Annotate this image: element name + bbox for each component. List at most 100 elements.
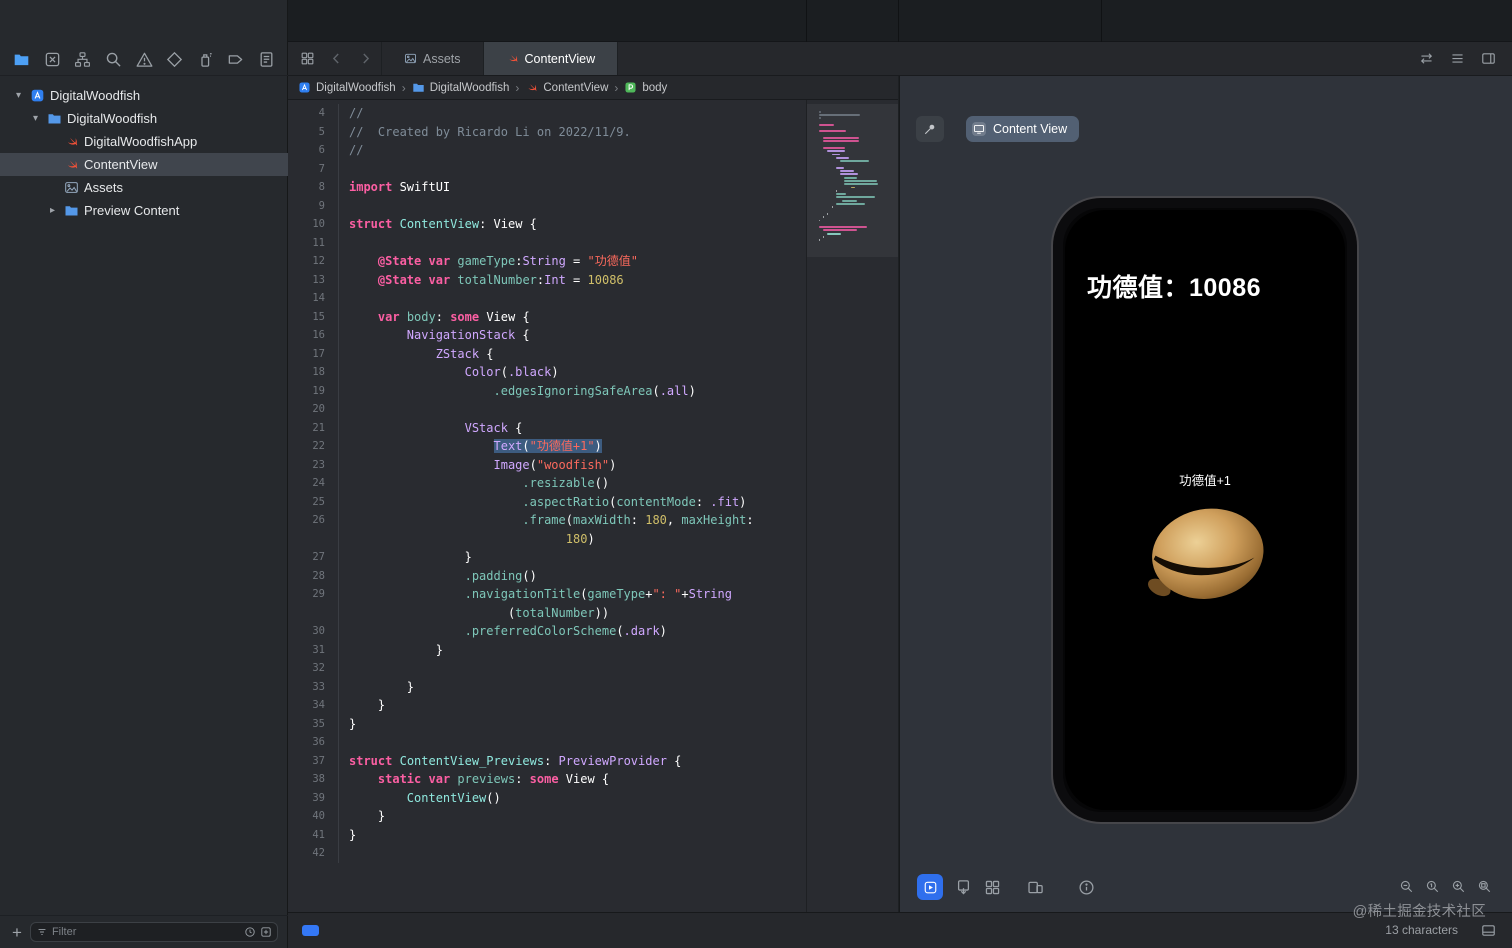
code-token: var — [428, 254, 451, 268]
project-navigator-icon — [13, 51, 30, 68]
tree-item-preview-content[interactable]: ▸ Preview Content — [0, 199, 288, 222]
preview-screen: 功德值：10086 功德值+1 — [1065, 210, 1345, 810]
navigation-title: 功德值：10086 — [1087, 274, 1262, 302]
code-token: // — [349, 106, 364, 120]
code-text: ContentView() — [338, 788, 806, 807]
code-token: ( — [565, 513, 573, 527]
code-text: // Created by Ricardo Li on 2022/11/9. — [338, 122, 806, 141]
line-number: 40 — [312, 810, 325, 822]
tree-item-digitalwoodfishapp[interactable]: DigitalWoodfishApp — [0, 130, 288, 153]
device-settings-button[interactable] — [1027, 879, 1044, 896]
debug-navigator-button[interactable] — [197, 51, 214, 68]
test-navigator-button[interactable] — [166, 51, 183, 68]
filter-field[interactable] — [29, 922, 278, 942]
tree-item-digitalwoodfish[interactable]: ▾ DigitalWoodfish — [0, 107, 288, 130]
pin-icon — [923, 122, 937, 136]
zoom-fit-button[interactable] — [1477, 878, 1492, 896]
code-token: ) — [688, 383, 696, 398]
bottom-panel-button[interactable] — [1481, 922, 1496, 940]
accessibility-button[interactable] — [1078, 879, 1095, 896]
add-editor-icon[interactable] — [1481, 51, 1496, 66]
code-token: totalNumber — [515, 605, 595, 620]
code-token: .fit — [710, 494, 740, 509]
code-token: Int — [544, 272, 566, 287]
line-number: 37 — [312, 754, 325, 767]
adjust-editor-icon[interactable] — [1450, 51, 1465, 66]
breadcrumb-item-digitalwoodfish[interactable]: DigitalWoodfish — [412, 81, 509, 94]
code-line: 4 // — [288, 104, 806, 123]
source-control-button[interactable] — [44, 51, 61, 68]
code-token: , — [666, 513, 682, 527]
minimap[interactable] — [806, 100, 898, 912]
code-line: 38 static var previews: some View { — [288, 770, 806, 789]
code-text: .resizable() — [338, 474, 806, 493]
code-token: SwiftUI — [392, 180, 451, 194]
related-items-icon[interactable] — [300, 51, 315, 66]
code-token: View { — [479, 309, 530, 324]
code-token: ) — [739, 494, 747, 509]
code-token: Color — [464, 365, 501, 379]
live-preview-button[interactable] — [917, 874, 943, 900]
line-number: 15 — [312, 310, 325, 323]
zoom-actual-size-button[interactable] — [1425, 878, 1440, 896]
recents-clock-icon[interactable] — [244, 926, 256, 938]
pin-button[interactable] — [916, 116, 944, 142]
back-icon[interactable] — [329, 51, 344, 66]
code-line: 23 Image("woodfish") — [288, 455, 806, 474]
code-text: // — [338, 104, 806, 123]
tree-item-assets[interactable]: Assets — [0, 176, 288, 199]
disclosure-triangle[interactable]: ▾ — [12, 90, 25, 101]
tab-contentview[interactable]: ContentView — [483, 42, 619, 75]
find-navigator-button[interactable] — [105, 51, 122, 68]
code-editor[interactable]: 4 // 5 // Created by Ricardo Li on 2022/11/… — [288, 100, 806, 912]
code-token: Image — [493, 457, 530, 472]
code-token: ( — [616, 624, 624, 638]
navigator-tab-bar — [0, 44, 288, 76]
code-token: () — [486, 790, 501, 805]
code-line: 42 — [288, 844, 806, 863]
add-filter-icon[interactable] — [260, 926, 272, 938]
tree-item-contentview[interactable]: ContentView — [0, 153, 288, 176]
variants-button[interactable] — [984, 879, 1001, 896]
code-token: // Created by Ricardo Li on 2022/11/9. — [349, 124, 631, 139]
breakpoint-navigator-button[interactable] — [227, 51, 244, 68]
minimap-bar — [844, 179, 877, 182]
code-token: : — [515, 772, 530, 786]
code-line: 16 NavigationStack { — [288, 326, 806, 345]
project-navigator-button[interactable] — [13, 51, 30, 68]
tree-item-digitalwoodfish[interactable]: ▾ DigitalWoodfish — [0, 84, 288, 107]
breadcrumb-item-body[interactable]: body — [624, 81, 667, 94]
add-button[interactable]: + — [12, 924, 22, 941]
code-token: () — [522, 568, 537, 583]
code-text — [338, 159, 806, 178]
swift-icon — [64, 134, 79, 149]
preview-on-device-button[interactable] — [955, 879, 972, 896]
forward-icon[interactable] — [358, 51, 373, 66]
code-review-icon[interactable] — [1419, 51, 1434, 66]
breadcrumb-item-contentview[interactable]: ContentView — [525, 81, 608, 94]
filter-input[interactable] — [51, 926, 240, 938]
disclosure-triangle[interactable]: ▸ — [46, 205, 59, 216]
breadcrumb-item-digitalwoodfish[interactable]: DigitalWoodfish — [298, 81, 396, 94]
symbol-navigator-button[interactable] — [74, 51, 91, 68]
disclosure-triangle[interactable]: ▾ — [29, 113, 42, 124]
iphone-preview[interactable]: 功德值：10086 功德值+1 — [1051, 196, 1359, 824]
minimap-bar — [835, 189, 837, 192]
issue-navigator-button[interactable] — [136, 51, 153, 68]
tab-assets[interactable]: Assets — [381, 42, 484, 75]
code-line: 37 struct ContentView_Previews: PreviewPr… — [288, 751, 806, 770]
report-navigator-button[interactable] — [258, 51, 275, 68]
code-line: 19 .edgesIgnoringSafeArea(.all) — [288, 381, 806, 400]
device-button[interactable]: Content View — [966, 116, 1080, 142]
zoom-out-button[interactable] — [1399, 878, 1414, 896]
zoom-in-button[interactable] — [1451, 878, 1466, 896]
code-token: ) — [594, 439, 602, 453]
minimap-bar — [819, 110, 822, 113]
code-text: Color(.black) — [338, 363, 806, 382]
minimap-bar — [823, 137, 859, 139]
